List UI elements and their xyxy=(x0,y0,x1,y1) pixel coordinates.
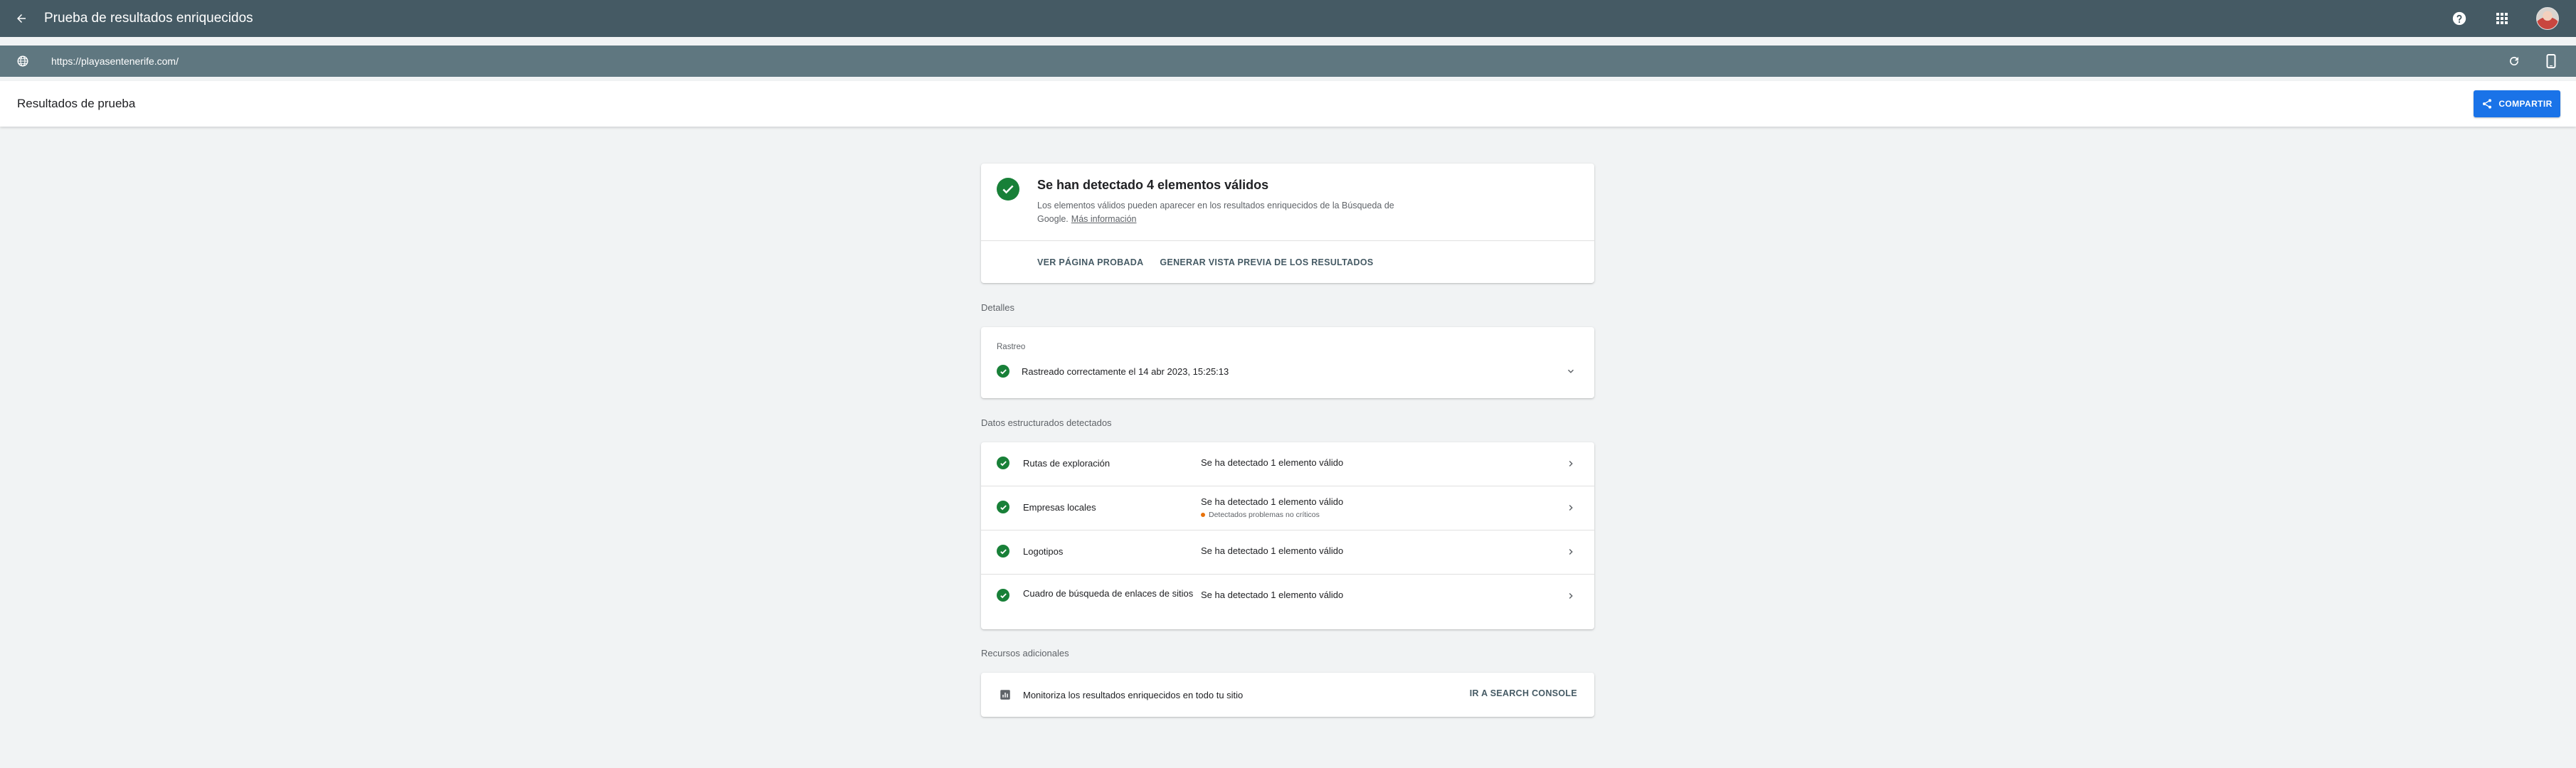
app-title: Prueba de resultados enriquecidos xyxy=(44,11,253,26)
check-circle-icon xyxy=(997,457,1009,469)
app-bar-actions xyxy=(2451,0,2559,37)
check-circle-icon xyxy=(997,545,1009,558)
smartphone-icon[interactable] xyxy=(2543,53,2559,69)
non-critical-issues-text: Detectados problemas no críticos xyxy=(1209,511,1320,519)
structured-row-name: Empresas locales xyxy=(1023,502,1096,513)
crawl-status-row[interactable]: Rastreado correctamente el 14 abr 2023, … xyxy=(997,363,1579,379)
check-circle-icon xyxy=(997,365,1009,378)
structured-row-name: Rutas de exploración xyxy=(1023,458,1111,469)
learn-more-link[interactable]: Más información xyxy=(1071,214,1137,224)
url-bar: https://playasentenerife.com/ xyxy=(0,46,2576,77)
monitor-text: Monitoriza los resultados enriquecidos e… xyxy=(1023,689,1244,700)
structured-row-name: Logotipos xyxy=(1023,546,1064,557)
globe-icon xyxy=(16,54,30,68)
structured-row-value: Se ha detectado 1 elemento válido xyxy=(1201,457,1344,468)
crawl-title: Rastreo xyxy=(997,343,1026,351)
non-critical-issues-note: Detectados problemas no críticos xyxy=(1201,511,1320,519)
summary-description: Los elementos válidos pueden aparecer en… xyxy=(1037,199,1407,226)
warning-dot-icon xyxy=(1201,513,1205,517)
structured-row-value: Se ha detectado 1 elemento válido xyxy=(1201,496,1344,507)
chevron-right-icon[interactable] xyxy=(1563,456,1579,471)
structured-row-local-business[interactable]: Empresas locales Se ha detectado 1 eleme… xyxy=(981,486,1594,530)
structured-row-sitelinks-searchbox[interactable]: Cuadro de búsqueda de enlaces de sitios … xyxy=(981,575,1594,630)
chevron-right-icon[interactable] xyxy=(1563,544,1579,560)
chevron-down-icon[interactable] xyxy=(1563,363,1579,379)
share-button-label: COMPARTIR xyxy=(2498,99,2553,109)
arrow-back-icon[interactable] xyxy=(13,10,30,27)
chevron-right-icon[interactable] xyxy=(1563,500,1579,516)
structured-data-card: Rutas de exploración Se ha detectado 1 e… xyxy=(981,442,1594,629)
details-label: Detalles xyxy=(981,302,1014,313)
refresh-icon[interactable] xyxy=(2506,53,2522,69)
structured-row-name: Cuadro de búsqueda de enlaces de sitios xyxy=(1023,588,1194,599)
structured-row-value: Se ha detectado 1 elemento válido xyxy=(1201,590,1344,600)
results-header: Resultados de prueba COMPARTIR xyxy=(0,81,2576,127)
summary-headline: Se han detectado 4 elementos válidos xyxy=(1037,178,1269,192)
preview-results-button[interactable]: GENERAR VISTA PREVIA DE LOS RESULTADOS xyxy=(1160,257,1373,267)
page-title: Resultados de prueba xyxy=(17,97,136,110)
share-icon xyxy=(2483,99,2492,109)
account-avatar[interactable] xyxy=(2536,7,2559,30)
check-circle-icon xyxy=(997,178,1019,201)
structured-row-breadcrumbs[interactable]: Rutas de exploración Se ha detectado 1 e… xyxy=(981,442,1594,486)
chevron-right-icon[interactable] xyxy=(1563,588,1579,604)
structured-row-logos[interactable]: Logotipos Se ha detectado 1 elemento vál… xyxy=(981,530,1594,575)
crawl-card: Rastreo Rastreado correctamente el 14 ab… xyxy=(981,327,1594,398)
summary-card: Se han detectado 4 elementos válidos Los… xyxy=(981,164,1594,283)
monitor-card: Monitoriza los resultados enriquecidos e… xyxy=(981,673,1594,717)
apps-grid-icon[interactable] xyxy=(2493,10,2511,27)
view-tested-page-button[interactable]: VER PÁGINA PROBADA xyxy=(1037,257,1143,267)
tested-url[interactable]: https://playasentenerife.com/ xyxy=(51,55,179,67)
structured-data-label: Datos estructurados detectados xyxy=(981,417,1112,428)
resources-label: Recursos adicionales xyxy=(981,648,1069,658)
share-button[interactable]: COMPARTIR xyxy=(2474,90,2560,117)
search-console-link[interactable]: IR A SEARCH CONSOLE xyxy=(1470,688,1577,698)
check-circle-icon xyxy=(997,589,1009,602)
url-bar-actions xyxy=(2506,46,2559,77)
structured-row-value: Se ha detectado 1 elemento válido xyxy=(1201,545,1344,556)
app-bar: Prueba de resultados enriquecidos xyxy=(0,0,2576,37)
crawl-status-text: Rastreado correctamente el 14 abr 2023, … xyxy=(1022,366,1229,377)
bar-chart-icon xyxy=(998,688,1012,702)
summary-actions: VER PÁGINA PROBADA GENERAR VISTA PREVIA … xyxy=(981,241,1594,283)
check-circle-icon xyxy=(997,501,1009,513)
help-icon[interactable] xyxy=(2451,10,2468,27)
